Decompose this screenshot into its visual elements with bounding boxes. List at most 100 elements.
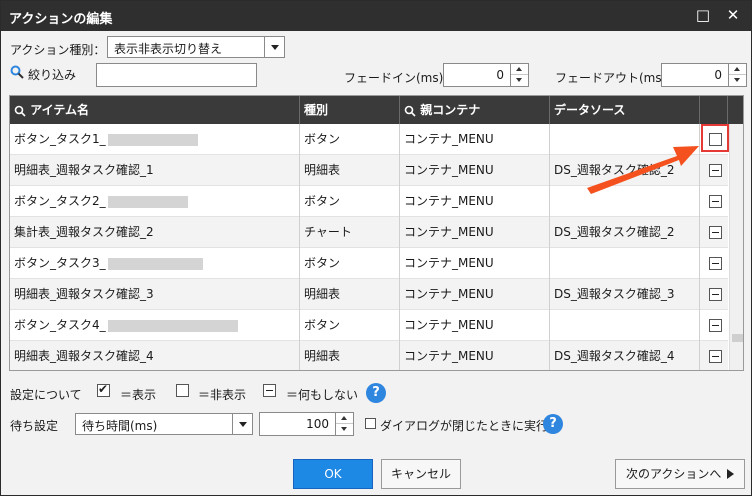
action-edit-dialog: アクションの編集 □ ✕ アクション種別： 表示非表示切り替え 絞り込み フェー… xyxy=(0,0,752,496)
redacted-block xyxy=(107,319,238,332)
cell-type: 明細表 xyxy=(300,279,400,310)
cell-parent: コンテナ_MENU xyxy=(400,310,550,341)
cell-type: ボタン xyxy=(300,248,400,279)
visibility-checkbox[interactable] xyxy=(709,319,722,332)
fade-out-up-button[interactable] xyxy=(729,64,746,75)
window-title: アクションの編集 xyxy=(9,12,113,27)
cell-type: 明細表 xyxy=(300,341,400,370)
wait-label: 待ち設定 xyxy=(10,419,59,433)
table-row[interactable]: 集計表_週報タスク確認_2 チャート コンテナ_MENU DS_週報タスク確認_… xyxy=(10,217,728,248)
help-icon[interactable]: ? xyxy=(543,414,563,434)
wait-time-stepper[interactable]: 100 xyxy=(259,412,354,436)
cell-source: DS_週報タスク確認_3 xyxy=(550,279,700,310)
cell-parent: コンテナ_MENU xyxy=(400,124,550,155)
chevron-down-icon[interactable] xyxy=(264,37,284,57)
close-icon[interactable]: ✕ xyxy=(721,4,745,26)
fade-in-down-button[interactable] xyxy=(511,75,528,86)
table-row[interactable]: 明細表_週報タスク確認_3 明細表 コンテナ_MENU DS_週報タスク確認_3 xyxy=(10,279,728,310)
fade-in-stepper[interactable]: 0 xyxy=(443,63,529,87)
next-action-label: 次のアクションへ xyxy=(626,467,722,481)
cell-parent: コンテナ_MENU xyxy=(400,341,550,370)
fade-out-value: 0 xyxy=(714,68,722,82)
action-type-value: 表示非表示切り替え xyxy=(114,42,223,56)
play-icon xyxy=(727,469,734,479)
vertical-scrollbar[interactable] xyxy=(729,124,743,370)
cell-item-name: ボタン_タスク4_ xyxy=(14,318,106,332)
cell-source xyxy=(550,248,700,279)
visibility-checkbox[interactable] xyxy=(709,195,722,208)
cell-type: ボタン xyxy=(300,124,400,155)
cell-item-name: 明細表_週報タスク確認_1 xyxy=(10,155,300,186)
scrollbar-thumb[interactable] xyxy=(732,334,743,342)
fade-out-stepper[interactable]: 0 xyxy=(661,63,747,87)
cell-type: ボタン xyxy=(300,186,400,217)
column-header-parent[interactable]: 親コンテナ xyxy=(400,96,550,124)
cell-item-name: ボタン_タスク3_ xyxy=(14,256,106,270)
legend-none-text: ＝何もしない xyxy=(286,388,359,402)
wait-mode-select[interactable]: 待ち時間(ms) xyxy=(75,413,253,435)
cell-item-name: 明細表_週報タスク確認_4 xyxy=(10,341,300,370)
visibility-checkbox[interactable] xyxy=(709,288,722,301)
fade-in-label: フェードイン(ms) xyxy=(344,71,444,85)
column-header-item-name[interactable]: アイテム名 xyxy=(10,96,300,124)
cell-source: DS_週報タスク確認_4 xyxy=(550,341,700,370)
legend-checked-icon xyxy=(97,382,110,397)
cell-type: ボタン xyxy=(300,310,400,341)
cell-parent: コンテナ_MENU xyxy=(400,217,550,248)
column-header-type[interactable]: 種別 xyxy=(300,96,400,124)
title-bar: アクションの編集 □ ✕ xyxy=(1,1,751,31)
dialog-closed-checkbox[interactable] xyxy=(365,418,376,429)
cell-item-name: ボタン_タスク2_ xyxy=(14,194,106,208)
ok-button[interactable]: OK xyxy=(293,459,373,489)
cell-parent: コンテナ_MENU xyxy=(400,279,550,310)
redacted-block xyxy=(107,195,188,208)
search-icon xyxy=(10,65,24,79)
fade-out-label: フェードアウト(ms) xyxy=(555,71,667,85)
legend-show-text: ＝表示 xyxy=(120,388,157,402)
wait-time-value: 100 xyxy=(306,417,329,431)
cell-type: 明細表 xyxy=(300,155,400,186)
wait-down-button[interactable] xyxy=(336,424,353,435)
highlight-box xyxy=(701,124,729,152)
cell-item-name: 明細表_週報タスク確認_3 xyxy=(10,279,300,310)
legend-hide-text: ＝非表示 xyxy=(198,388,247,402)
legend-unchecked-icon xyxy=(176,384,189,397)
cell-source: DS_週報タスク確認_2 xyxy=(550,217,700,248)
column-header-data-source[interactable]: データソース xyxy=(550,96,700,124)
filter-input[interactable] xyxy=(96,63,257,87)
dialog-closed-label: ダイアログが閉じたときに実行 xyxy=(380,419,549,433)
visibility-checkbox[interactable] xyxy=(709,226,722,239)
restore-icon[interactable]: □ xyxy=(691,4,715,26)
table-row[interactable]: ボタン_タスク3_ ボタン コンテナ_MENU xyxy=(10,248,728,279)
action-type-label: アクション種別： xyxy=(10,43,106,57)
filter-label: 絞り込み xyxy=(28,68,77,82)
fade-in-up-button[interactable] xyxy=(511,64,528,75)
table-row[interactable]: ボタン_タスク4_ ボタン コンテナ_MENU xyxy=(10,310,728,341)
table-header: アイテム名 種別 親コンテナ データソース xyxy=(10,96,743,124)
legend-label: 設定について xyxy=(10,388,82,402)
visibility-checkbox[interactable] xyxy=(709,164,722,177)
cell-parent: コンテナ_MENU xyxy=(400,186,550,217)
cell-item-name: ボタン_タスク1_ xyxy=(14,132,106,146)
wait-up-button[interactable] xyxy=(336,413,353,424)
cell-parent: コンテナ_MENU xyxy=(400,155,550,186)
legend-dash-icon xyxy=(263,384,276,397)
search-icon xyxy=(404,105,416,117)
help-icon[interactable]: ? xyxy=(366,383,386,403)
redacted-block xyxy=(107,133,198,146)
fade-out-down-button[interactable] xyxy=(729,75,746,86)
next-action-button[interactable]: 次のアクションへ xyxy=(615,459,745,489)
cell-source xyxy=(550,310,700,341)
visibility-checkbox[interactable] xyxy=(709,350,722,363)
annotation-arrow-icon xyxy=(587,146,699,194)
fade-in-value: 0 xyxy=(496,68,504,82)
redacted-block xyxy=(107,257,203,270)
table-row[interactable]: 明細表_週報タスク確認_4 明細表 コンテナ_MENU DS_週報タスク確認_4 xyxy=(10,341,728,370)
cancel-button[interactable]: キャンセル xyxy=(381,459,461,489)
cell-item-name: 集計表_週報タスク確認_2 xyxy=(10,217,300,248)
search-icon xyxy=(14,105,26,117)
column-header-setting[interactable] xyxy=(700,96,728,124)
visibility-checkbox[interactable] xyxy=(709,257,722,270)
chevron-down-icon[interactable] xyxy=(232,414,252,434)
action-type-select[interactable]: 表示非表示切り替え xyxy=(107,36,285,58)
